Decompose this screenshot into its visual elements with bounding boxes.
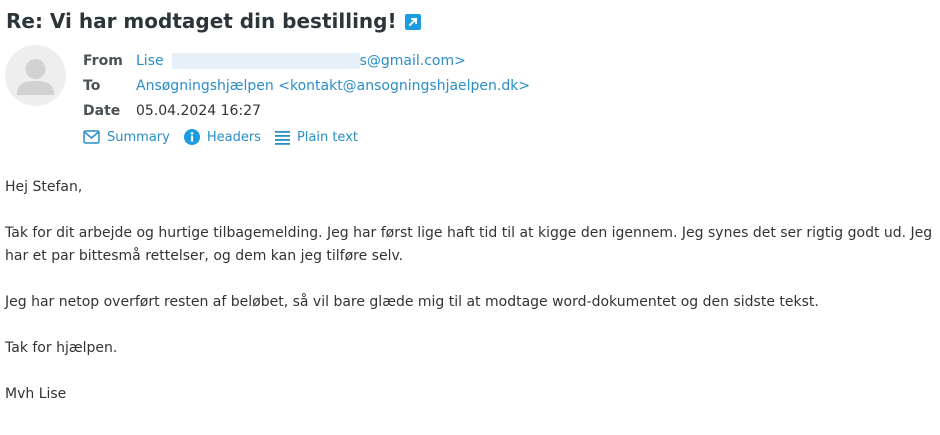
- message-headers: From Lise s@gmail.com> To Ansøgningshjæl…: [83, 48, 530, 123]
- from-label: From: [83, 52, 123, 69]
- open-in-new-window-icon[interactable]: [404, 14, 421, 30]
- body-signature: Mvh Lise: [5, 386, 67, 402]
- from-email[interactable]: s@gmail.com>: [360, 53, 466, 69]
- info-icon: [183, 129, 200, 145]
- date-value: 05.04.2024 16:27: [136, 102, 261, 119]
- headers-label: Headers: [206, 129, 261, 145]
- from-name[interactable]: Lise: [136, 53, 164, 69]
- to-row: To Ansøgningshjælpen <kontakt@ansognings…: [83, 73, 530, 98]
- plain-text-label: Plain text: [296, 129, 358, 145]
- envelope-icon: [83, 130, 100, 144]
- message-body: Hej Stefan, Tak for dit arbejde og hurti…: [5, 176, 937, 429]
- summary-label: Summary: [107, 129, 170, 145]
- headers-button[interactable]: Headers: [183, 129, 261, 145]
- to-label: To: [83, 77, 101, 94]
- body-paragraph: Tak for hjælpen.: [5, 340, 118, 356]
- list-lines-icon: [274, 130, 290, 145]
- view-options: Summary Headers Plain text: [83, 129, 372, 145]
- date-row: Date 05.04.2024 16:27: [83, 98, 530, 123]
- contact-avatar-icon: [5, 45, 66, 106]
- plain-text-button[interactable]: Plain text: [274, 129, 358, 145]
- body-greeting: Hej Stefan,: [5, 179, 83, 195]
- email-view: Re: Vi har modtaget din bestilling! From…: [0, 0, 940, 435]
- to-address[interactable]: Ansøgningshjælpen <kontakt@ansogningshja…: [136, 78, 530, 94]
- from-row: From Lise s@gmail.com>: [83, 48, 530, 73]
- body-paragraph: Jeg har netop overført resten af beløbet…: [5, 294, 819, 310]
- redacted-email-part: [171, 52, 360, 69]
- body-paragraph: Tak for dit arbejde og hurtige tilbageme…: [5, 225, 933, 264]
- date-label: Date: [83, 102, 121, 119]
- summary-button[interactable]: Summary: [83, 130, 170, 145]
- subject-row: Re: Vi har modtaget din bestilling!: [6, 9, 421, 33]
- email-subject: Re: Vi har modtaget din bestilling!: [6, 9, 397, 33]
